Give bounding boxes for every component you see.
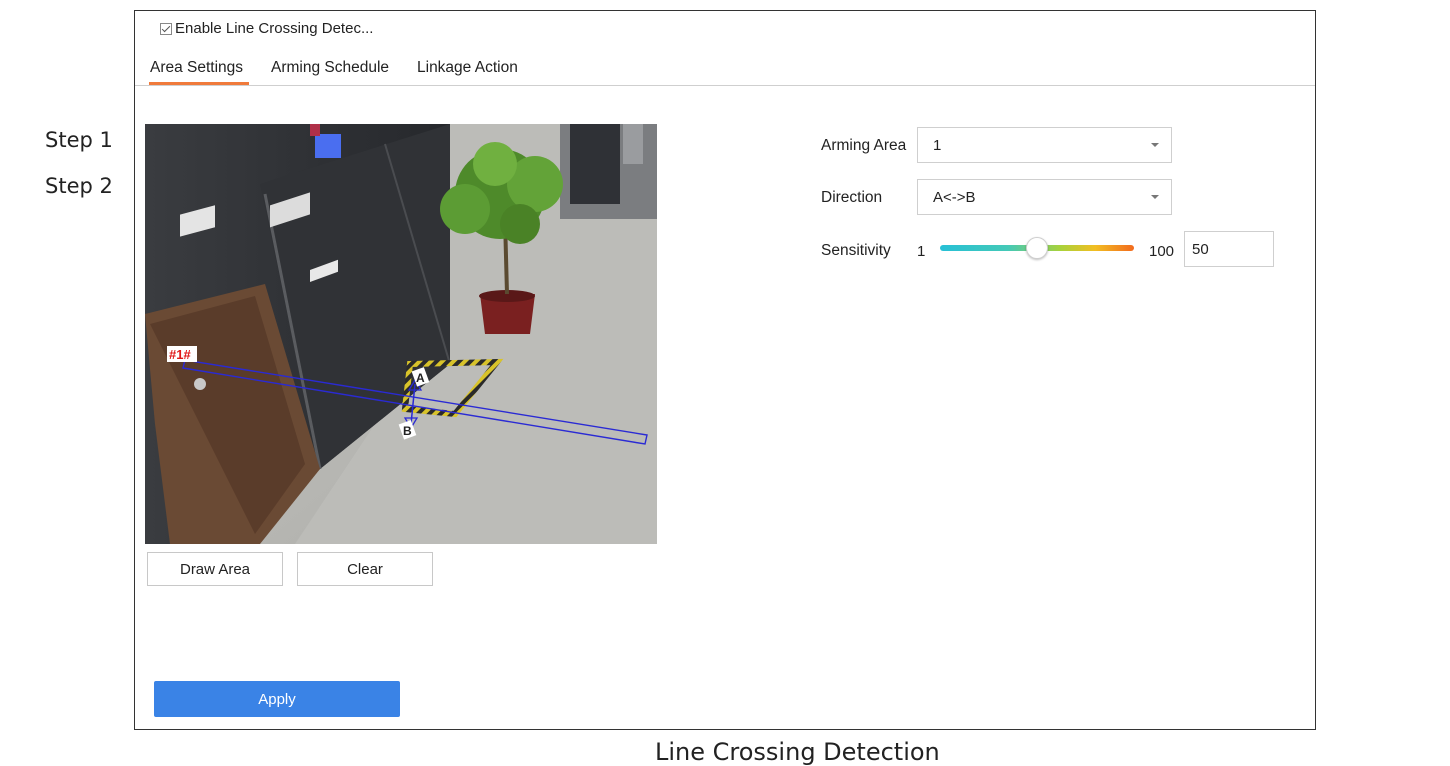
apply-button[interactable]: Apply <box>154 681 400 717</box>
camera-preview[interactable]: #1# A B <box>145 124 657 544</box>
direction-select[interactable]: A<->B <box>917 179 1172 215</box>
arming-area-select[interactable]: 1 <box>917 127 1172 163</box>
sensitivity-label: Sensitivity <box>821 242 891 259</box>
sensitivity-max: 100 <box>1149 243 1175 260</box>
camera-scene: #1# A B <box>145 124 657 544</box>
direction-label: Direction <box>821 189 883 206</box>
enable-checkbox[interactable] <box>160 22 172 35</box>
sensitivity-input[interactable] <box>1184 231 1274 267</box>
tab-arming-schedule[interactable]: Arming Schedule <box>271 59 389 77</box>
sensitivity-min: 1 <box>917 243 926 260</box>
direction-b-label: B <box>403 424 412 438</box>
chevron-down-icon <box>1151 195 1159 199</box>
tab-area-settings[interactable]: Area Settings <box>150 59 243 77</box>
draw-area-button[interactable]: Draw Area <box>147 552 283 586</box>
settings-tabs: Area Settings Arming Schedule Linkage Ac… <box>135 55 1315 86</box>
sensitivity-slider-handle[interactable] <box>1026 237 1049 259</box>
arming-area-value: 1 <box>933 136 942 154</box>
sensitivity-slider[interactable] <box>940 237 1134 259</box>
step-2-label: Step 2 <box>45 174 113 198</box>
rule-tag: #1# <box>169 347 191 362</box>
direction-value: A<->B <box>933 188 976 206</box>
arming-area-label: Arming Area <box>821 137 907 154</box>
clear-button[interactable]: Clear <box>297 552 433 586</box>
line-crossing-settings-panel: Enable Line Crossing Detec... Area Setti… <box>134 10 1316 730</box>
figure-caption: Line Crossing Detection <box>655 738 940 766</box>
step-1-label: Step 1 <box>45 128 113 152</box>
direction-a-label: A <box>416 371 425 385</box>
active-tab-indicator <box>149 82 249 85</box>
tab-linkage-action[interactable]: Linkage Action <box>417 59 518 77</box>
enable-line-crossing-toggle[interactable]: Enable Line Crossing Detec... <box>160 20 373 37</box>
enable-label: Enable Line Crossing Detec... <box>175 20 374 37</box>
chevron-down-icon <box>1151 143 1159 147</box>
